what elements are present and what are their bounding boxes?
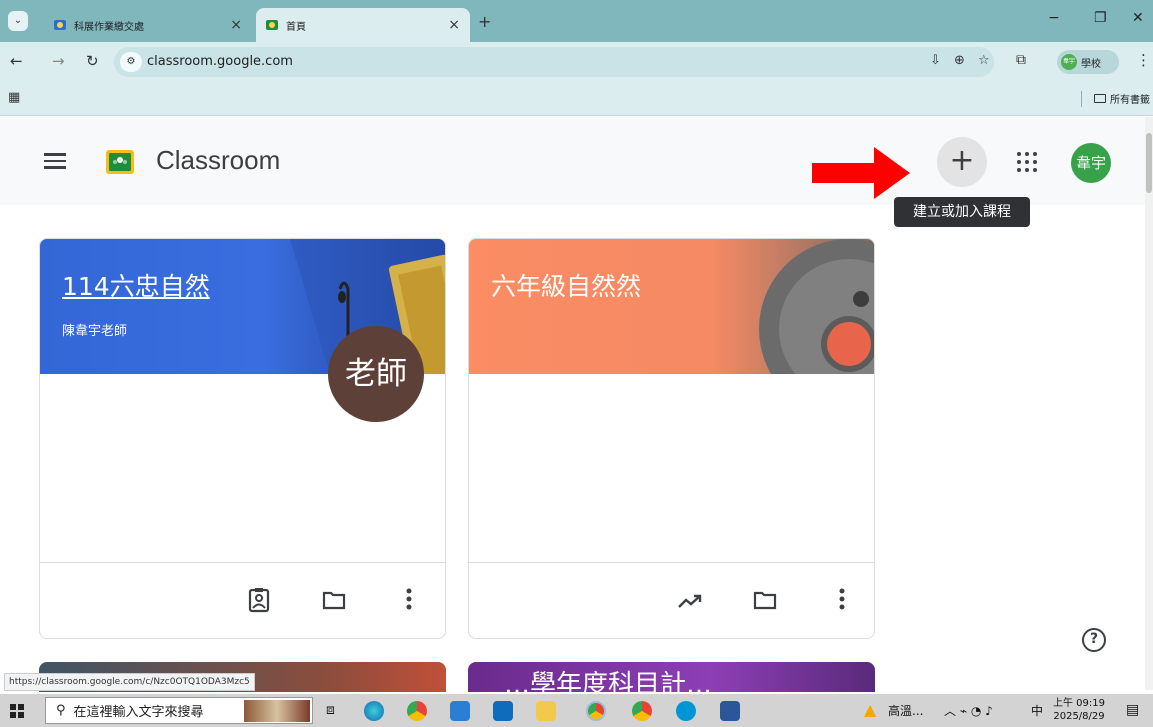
outlook-icon[interactable] [493,701,513,721]
class-title-link[interactable]: 114六忠自然 [62,267,210,303]
store-icon[interactable] [450,701,470,721]
reload-icon[interactable]: ↻ [86,52,99,70]
tab-title: 科展作業繳交處 [74,21,144,33]
tray-icons[interactable]: ︿ ⌁ ◔ ♪ [944,702,993,719]
edge-browser-icon[interactable] [364,701,384,721]
back-arrow-icon[interactable]: ← [10,52,23,70]
windows-start-icon[interactable] [10,704,24,718]
taskbar-search-placeholder: 在這裡輸入文字來搜尋 [73,705,204,720]
clock-date: 2025/8/29 [1053,711,1105,722]
word-icon[interactable] [720,701,740,721]
bookmark-star-icon[interactable]: ☆ [978,53,990,68]
screen: ⌄ 科展作業繳交處 × 首頁 × + − ❐ ✕ ← → ↻ ⚙ classro… [0,0,1153,727]
class-card[interactable]: 114六忠自然 陳韋宇老師 老師 [39,238,446,639]
extensions-icon[interactable]: ⧉ [1016,52,1026,68]
close-window-button[interactable]: ✕ [1132,10,1144,26]
clock-time: 上午 09:19 [1053,698,1105,709]
search-icon: ⚲ [56,703,66,718]
tab-home[interactable]: 首頁 × [256,8,470,42]
close-tab-icon[interactable]: × [448,17,460,33]
gradebook-icon[interactable] [248,587,270,613]
search-highlight-image [244,699,310,722]
class-card-banner: 六年級自然然 [469,239,874,374]
status-bar-url: https://classroom.google.com/c/Nzc0OTQ1O… [4,673,255,691]
weather-text[interactable]: 高溫... [888,702,923,719]
account-avatar[interactable]: 韋宇 [1071,143,1111,183]
class-card-peek[interactable]: …學年度科目計… [468,662,875,692]
app-title[interactable]: Classroom [156,145,280,176]
class-title-link[interactable]: …學年度科目計… [504,664,712,692]
address-bar[interactable]: ⚙ classroom.google.com ⇩ ⊕ ☆ [114,47,994,77]
file-explorer-icon[interactable] [536,701,556,721]
help-icon[interactable]: ? [1082,628,1106,652]
class-card-footer [40,562,445,638]
warning-icon[interactable]: ▲ [864,700,876,719]
browser-toolbar: ← → ↻ ⚙ classroom.google.com ⇩ ⊕ ☆ ⧉ 韋宇 … [0,42,1153,82]
browser-tab-strip: ⌄ 科展作業繳交處 × 首頁 × + − ❐ ✕ [0,0,1153,42]
divider [1081,91,1082,107]
profile-label: 學校 [1081,58,1101,70]
google-apps-icon[interactable] [1015,150,1039,174]
site-info-icon[interactable]: ⚙ [120,52,142,72]
class-card[interactable]: 六年級自然然 [468,238,875,639]
folder-icon[interactable] [753,590,777,610]
folder-icon [1094,94,1106,103]
profile-button[interactable]: 韋宇 學校 [1057,50,1119,74]
input-method-indicator[interactable]: 中 [1031,702,1043,719]
tab-science-homework[interactable]: 科展作業繳交處 × [44,8,252,42]
install-app-icon[interactable]: ⇩ [930,53,941,68]
bookmarks-folder-label: 所有書籤 [1110,95,1150,106]
windows-taskbar: ⚲ 在這裡輸入文字來搜尋 ⧈ ▲ 高溫... ︿ ⌁ ◔ ♪ 中 上午 09:1… [0,694,1153,727]
bookmarks-bar: ▦ 所有書籤 [0,82,1153,116]
restore-button[interactable]: ❐ [1094,10,1107,26]
chrome-profile-icon[interactable] [632,701,652,721]
zoom-icon[interactable]: ⊕ [954,53,965,68]
taskbar-search[interactable]: ⚲ 在這裡輸入文字來搜尋 [45,697,313,724]
tab-search-button[interactable]: ⌄ [8,11,28,31]
chrome-icon[interactable] [407,701,427,721]
class-banner-illustration [469,239,874,374]
main-menu-icon[interactable] [44,153,66,169]
task-view-icon[interactable]: ⧈ [326,702,335,718]
hp-icon[interactable] [676,701,696,721]
create-join-tooltip: 建立或加入課程 [894,197,1030,227]
teacher-avatar-badge: 老師 [328,326,424,422]
notification-icon[interactable]: ▤ [1126,702,1139,718]
all-bookmarks-folder[interactable]: 所有書籤 [1094,91,1150,106]
classroom-header: Classroom + 韋宇 [0,117,1145,205]
profile-avatar: 韋宇 [1061,54,1077,70]
class-teacher-name: 陳韋宇老師 [62,324,128,339]
class-title-link[interactable]: 六年級自然然 [491,267,641,303]
more-menu-icon[interactable]: ⋮ [1136,51,1151,69]
create-or-join-class-button[interactable]: + [937,137,987,187]
red-arrow-annotation-icon [812,147,910,199]
classroom-favicon-icon [266,20,278,30]
new-tab-button[interactable]: + [478,12,491,31]
close-tab-icon[interactable]: × [230,17,242,33]
forward-arrow-icon[interactable]: → [52,52,65,70]
folder-icon[interactable] [322,590,346,610]
trending-up-icon[interactable] [677,593,703,609]
more-options-icon[interactable] [405,587,413,611]
tab-title: 首頁 [286,21,306,33]
minimize-button[interactable]: − [1048,10,1060,26]
class-card-footer [469,562,874,638]
url-text: classroom.google.com [147,54,293,69]
scrollbar-thumb[interactable] [1146,133,1152,193]
classroom-favicon-icon [54,20,66,30]
classroom-logo-icon[interactable] [106,150,134,174]
chrome-profile-icon[interactable] [586,701,606,721]
page-scrollbar[interactable] [1145,117,1153,690]
more-options-icon[interactable] [838,587,846,611]
apps-shortcut-icon[interactable]: ▦ [8,90,20,105]
taskbar-clock[interactable]: 上午 09:19 2025/8/29 [1053,697,1105,723]
